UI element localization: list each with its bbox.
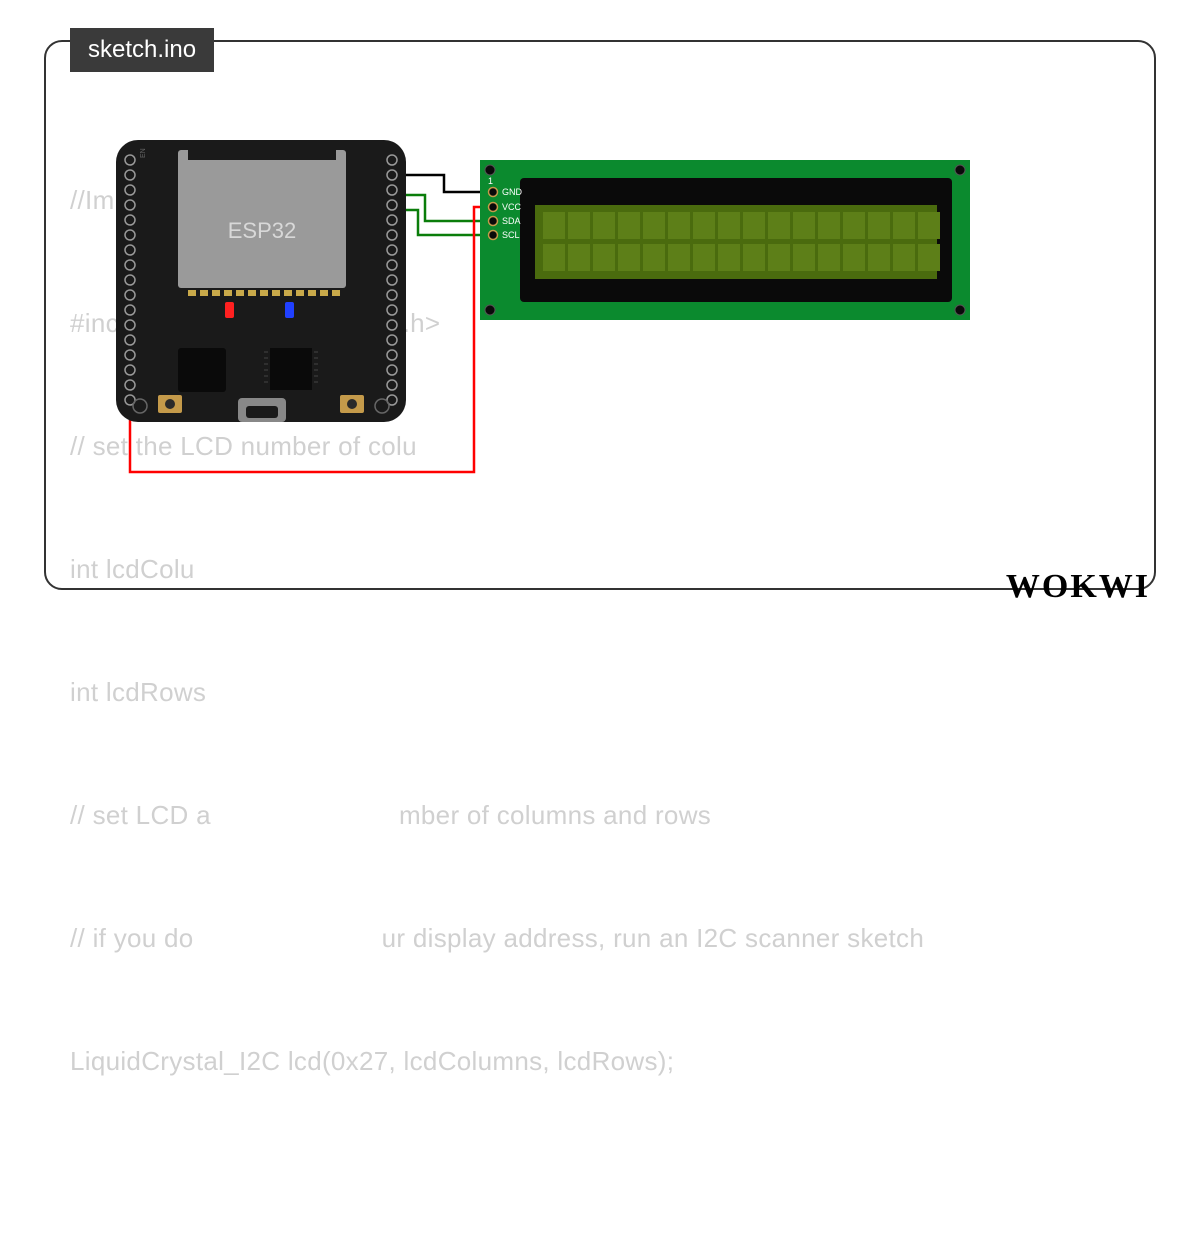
- code-line: // set LCD a mber of columns and rows: [70, 795, 924, 836]
- button-left[interactable]: [158, 395, 182, 413]
- led-red: [225, 302, 234, 318]
- brand-logo: WOKWI: [1006, 568, 1150, 606]
- circuit-diagram: EN ESP32: [0, 0, 1200, 630]
- lcd-pin-scl: SCL: [502, 230, 520, 240]
- lcd-pin-sda: SDA: [502, 216, 521, 226]
- lcd-pin-vcc: VCC: [502, 202, 522, 212]
- wire-gnd: [400, 175, 488, 192]
- button-right[interactable]: [340, 395, 364, 413]
- code-line: LiquidCrystal_I2C lcd(0x27, lcdColumns, …: [70, 1041, 924, 1082]
- file-tab[interactable]: sketch.ino: [70, 28, 214, 72]
- code-line: int lcdRows: [70, 672, 924, 713]
- svg-text:EN: EN: [140, 148, 147, 158]
- code-line: // if you do ur display address, run an …: [70, 918, 924, 959]
- lcd-module[interactable]: 1 GND VCC SDA SCL: [480, 160, 970, 320]
- led-blue: [285, 302, 294, 318]
- lcd-pin1-marker: 1: [488, 176, 493, 186]
- esp32-board[interactable]: EN ESP32: [116, 140, 406, 422]
- lcd-pin-gnd: GND: [502, 187, 523, 197]
- esp32-label: ESP32: [228, 218, 297, 243]
- code-line: [70, 1164, 924, 1205]
